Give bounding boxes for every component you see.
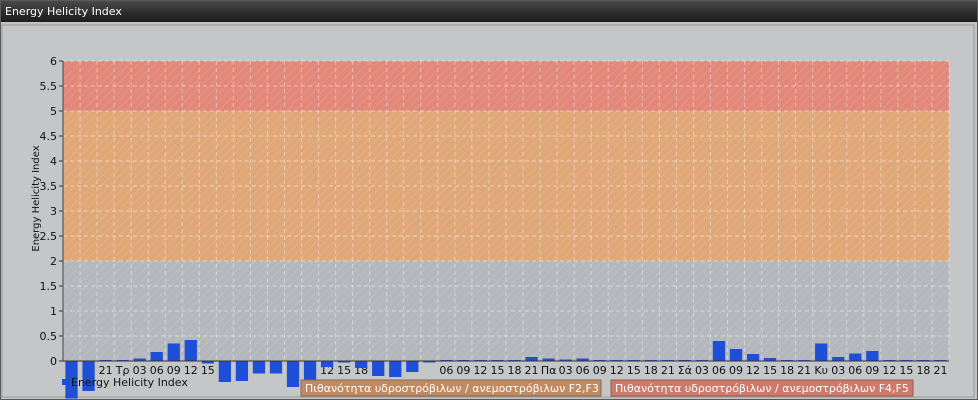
x-tick-label: 21 xyxy=(797,364,811,377)
x-tick-label: 06 xyxy=(439,364,453,377)
x-tick-label: 21 xyxy=(661,364,675,377)
x-tick-label: 18 xyxy=(780,364,794,377)
bar xyxy=(303,361,317,380)
x-tick-label: 12 xyxy=(610,364,624,377)
bar xyxy=(849,353,862,361)
bar xyxy=(252,361,266,374)
x-tick-label: 15 xyxy=(490,364,504,377)
x-tick-label: 21 xyxy=(525,364,539,377)
bar xyxy=(320,361,334,367)
x-tick-label: 09 xyxy=(456,364,470,377)
x-tick-label: Σά xyxy=(678,364,692,377)
chart-window: Energy Helicity Index 0 0.5 1 1.5 2 2.5 3 3.5 4 4… xyxy=(0,0,978,400)
y-tick-label: 0.5 xyxy=(40,330,58,343)
x-tick-label: 06 xyxy=(576,364,590,377)
bar xyxy=(235,361,249,381)
bar xyxy=(746,354,760,361)
y-tick-label: 4.5 xyxy=(40,130,58,143)
ehi-chart: 0 0.5 1 1.5 2 2.5 3 3.5 4 4.5 5 5.5 6 Energy Helicity… xyxy=(1,24,975,399)
y-tick-label: 1 xyxy=(50,305,57,318)
bar xyxy=(286,361,300,387)
y-tick-label: 4 xyxy=(50,155,57,168)
y-tick-label: 2.5 xyxy=(40,230,58,243)
x-tick-label: 15 xyxy=(201,364,215,377)
bar xyxy=(712,341,726,361)
legend-label-f2f3: Πιθανότητα υδροστρόβιλων / ανεμοστρόβιλω… xyxy=(305,382,599,395)
x-tick-label: 21 xyxy=(933,364,947,377)
x-tick-label: 15 xyxy=(899,364,913,377)
x-tick-label: 18 xyxy=(916,364,930,377)
bar xyxy=(184,340,197,361)
bar xyxy=(832,357,845,361)
bar xyxy=(406,361,419,372)
bar xyxy=(866,351,879,361)
y-tick-label: 3 xyxy=(50,205,57,218)
bar xyxy=(167,343,180,361)
x-tick-label: 18 xyxy=(644,364,658,377)
x-tick-label: Πα xyxy=(541,364,557,377)
x-tick-label: 03 xyxy=(695,364,709,377)
bar xyxy=(355,361,368,368)
bar xyxy=(372,361,385,376)
x-tick-label: 06 xyxy=(712,364,726,377)
x-tick-label: 15 xyxy=(763,364,777,377)
bar xyxy=(269,361,283,374)
x-tick-label: 12 xyxy=(473,364,487,377)
y-tick-label: 1.5 xyxy=(40,280,58,293)
x-tick-label: 06 xyxy=(848,364,862,377)
window-title: Energy Helicity Index xyxy=(1,1,977,22)
x-tick-label: 12 xyxy=(746,364,760,377)
y-tick-label: 5.5 xyxy=(40,80,58,93)
y-tick-label: 3.5 xyxy=(40,180,58,193)
x-tick-label: Κυ xyxy=(814,364,828,377)
y-tick-label: 0 xyxy=(50,355,57,368)
x-tick-label: 03 xyxy=(831,364,845,377)
bar xyxy=(150,352,163,361)
y-tick-label: 5 xyxy=(50,105,57,118)
x-tick-label: 15 xyxy=(627,364,641,377)
x-tick-label: 09 xyxy=(729,364,743,377)
x-tick-label: 09 xyxy=(593,364,607,377)
bar xyxy=(729,349,743,361)
legend-swatch-ehi xyxy=(62,379,68,385)
x-tick-label: 15 xyxy=(337,364,351,377)
bar xyxy=(218,361,231,382)
x-tick-label: 18 xyxy=(508,364,522,377)
x-tick-label: 12 xyxy=(882,364,896,377)
bar xyxy=(815,343,828,361)
y-axis-label: Energy Helicity Index xyxy=(31,145,42,251)
y-tick-label: 2 xyxy=(50,255,57,268)
legend-label-f4f5: Πιθανότητα υδροστρόβιλων / ανεμοστρόβιλω… xyxy=(615,382,909,395)
legend-label-ehi: Energy Helicity Index xyxy=(71,376,188,389)
x-tick-label: 09 xyxy=(865,364,879,377)
bar xyxy=(525,357,538,361)
bar xyxy=(389,361,402,377)
x-tick-label: 03 xyxy=(559,364,573,377)
y-tick-label: 6 xyxy=(50,55,57,68)
